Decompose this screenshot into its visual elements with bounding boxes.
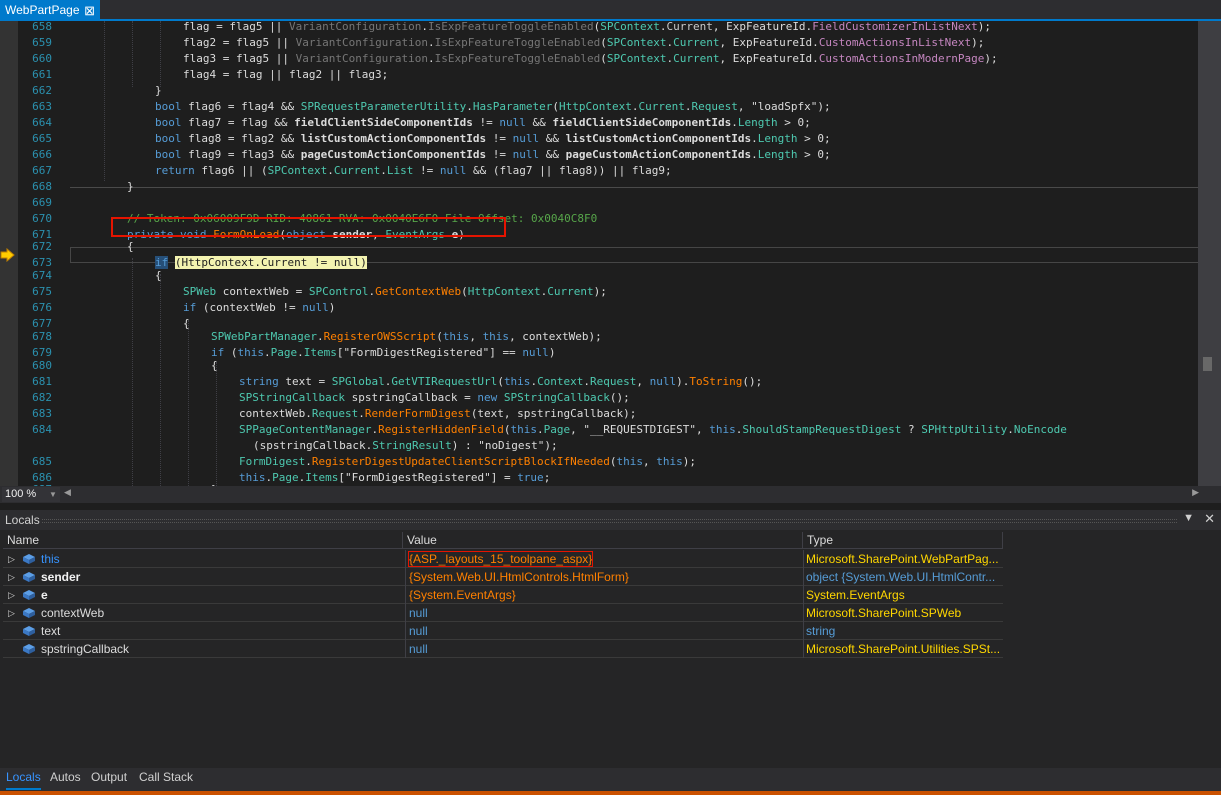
- variable-name: text: [41, 624, 61, 638]
- variable-value[interactable]: null: [405, 640, 803, 658]
- locals-title-bar: Locals ▼ ✕: [0, 510, 1221, 530]
- variable-value: {ASP._layouts_15_toolpane_aspx}: [407, 551, 594, 567]
- indent-guide: [188, 320, 189, 486]
- indent-guide: [132, 258, 133, 486]
- variable-value[interactable]: {System.Web.UI.HtmlControls.HtmlForm}: [405, 568, 803, 586]
- variable-name: this: [41, 552, 60, 566]
- column-header-type[interactable]: Type: [803, 532, 1003, 549]
- variable-type: Microsoft.SharePoint.WebPartPag...: [803, 550, 1003, 568]
- local-variable-icon: [23, 644, 35, 654]
- document-tab-webpartpage[interactable]: WebPartPage ⊠: [0, 0, 100, 21]
- method-separator: [70, 187, 1198, 188]
- locals-grid: Name Value Type ▷ this {ASP._layouts_15_…: [3, 532, 1216, 768]
- variable-type: System.EventArgs: [803, 586, 1003, 604]
- tab-output[interactable]: Output: [91, 768, 127, 790]
- current-statement-arrow-icon: [0, 248, 15, 262]
- locals-row-e[interactable]: ▷ e {System.EventArgs} System.EventArgs: [3, 586, 1003, 604]
- column-header-name[interactable]: Name: [3, 532, 403, 549]
- locals-window: Locals ▼ ✕ Name Value Type ▷ this {ASP._…: [0, 510, 1221, 768]
- scrollbar-thumb[interactable]: [1203, 357, 1212, 371]
- local-variable-icon: [23, 572, 35, 582]
- code-editor[interactable]: 658 flag = flag5 || VariantConfiguration.…: [0, 21, 1221, 486]
- method-signature-highlight-box: [111, 217, 506, 237]
- variable-name: contextWeb: [41, 606, 105, 620]
- expand-arrow-icon[interactable]: ▷: [8, 604, 15, 622]
- indent-guide: [160, 21, 161, 87]
- indent-guide: [132, 21, 133, 87]
- locals-row-sender[interactable]: ▷ sender {System.Web.UI.HtmlControls.Htm…: [3, 568, 1003, 586]
- variable-value[interactable]: null: [405, 604, 803, 622]
- variable-type: string: [803, 622, 1003, 640]
- variable-value[interactable]: {System.EventArgs}: [405, 586, 803, 604]
- editor-vertical-scrollbar[interactable]: [1198, 21, 1221, 486]
- tab-call-stack[interactable]: Call Stack: [139, 768, 193, 790]
- close-icon[interactable]: ✕: [1204, 511, 1215, 527]
- variable-type: object {System.Web.UI.HtmlContr...: [803, 568, 1003, 586]
- locals-title: Locals: [5, 513, 40, 527]
- scroll-right-icon[interactable]: ▶: [1192, 487, 1199, 498]
- scroll-left-icon[interactable]: ◀: [64, 487, 71, 498]
- editor-horizontal-scrollbar[interactable]: ◀ ▶: [64, 487, 1199, 501]
- locals-row-this[interactable]: ▷ this {ASP._layouts_15_toolpane_aspx} M…: [3, 550, 1003, 568]
- pin-close-icon[interactable]: ⊠: [84, 0, 95, 21]
- local-variable-icon: [23, 590, 35, 600]
- variable-type: Microsoft.SharePoint.Utilities.SPSt...: [803, 640, 1003, 658]
- tab-autos[interactable]: Autos: [50, 768, 81, 790]
- editor-status-bar: 100 % ▼ ◀ ▶: [0, 486, 1221, 503]
- locals-row-text[interactable]: text null string: [3, 622, 1003, 640]
- local-variable-icon: [23, 608, 35, 618]
- expand-arrow-icon[interactable]: ▷: [8, 586, 15, 604]
- chevron-down-icon: ▼: [49, 490, 57, 499]
- zoom-level: 100 %: [5, 488, 37, 500]
- document-tab-strip: WebPartPage ⊠: [0, 0, 1221, 21]
- code-text-area[interactable]: 658 flag = flag5 || VariantConfiguration.…: [18, 21, 1198, 486]
- indent-guide: [160, 274, 161, 486]
- variable-name: e: [41, 588, 48, 602]
- variable-value[interactable]: null: [405, 622, 803, 640]
- indent-guide: [216, 362, 217, 486]
- variable-name: sender: [41, 570, 81, 584]
- expand-arrow-icon[interactable]: ▷: [8, 568, 15, 586]
- variable-type: Microsoft.SharePoint.SPWeb: [803, 604, 1003, 622]
- window-position-dropdown-icon[interactable]: ▼: [1183, 512, 1194, 524]
- indent-guide: [104, 21, 105, 181]
- locals-row-spstringcallback[interactable]: spstringCallback null Microsoft.SharePoi…: [3, 640, 1003, 658]
- locals-row-contextweb[interactable]: ▷ contextWeb null Microsoft.SharePoint.S…: [3, 604, 1003, 622]
- document-tab-title: WebPartPage: [5, 3, 80, 17]
- debug-status-bar: [0, 791, 1221, 795]
- tool-window-tabs: Locals Autos Output Call Stack: [0, 768, 1221, 791]
- panel-drag-grip[interactable]: [42, 519, 1177, 523]
- tab-locals[interactable]: Locals: [6, 768, 41, 790]
- variable-name: spstringCallback: [41, 642, 130, 656]
- local-variable-icon: [23, 554, 35, 564]
- local-variable-icon: [23, 626, 35, 636]
- column-header-value[interactable]: Value: [403, 532, 803, 549]
- expand-arrow-icon[interactable]: ▷: [8, 550, 15, 568]
- zoom-level-dropdown[interactable]: 100 % ▼: [2, 487, 60, 502]
